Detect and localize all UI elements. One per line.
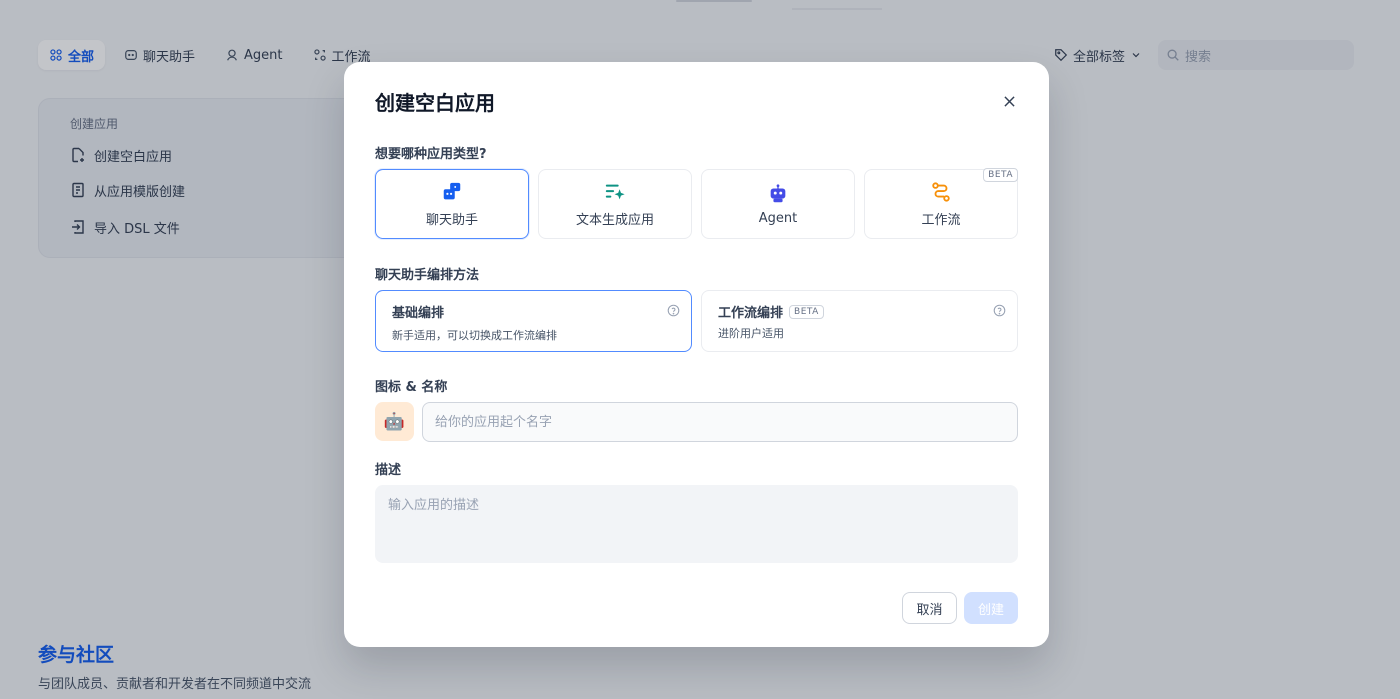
- app-description-input[interactable]: [375, 485, 1018, 563]
- robot-icon: [770, 183, 786, 202]
- orchestration-label: 聊天助手编排方法: [375, 268, 480, 283]
- app-type-workflow[interactable]: BETA 工作流: [864, 168, 1018, 239]
- mode-workflow[interactable]: 工作流编排 BETA 进阶用户适用: [701, 290, 1018, 352]
- app-type-text-generation-label: 文本生成应用: [575, 212, 654, 228]
- mode-basic-desc: 新手适用，可以切换成工作流编排: [392, 329, 557, 342]
- app-type-agent[interactable]: Agent: [701, 169, 855, 239]
- help-circle-icon[interactable]: [667, 304, 680, 317]
- icon-name-label: 图标 & 名称: [375, 380, 448, 395]
- create-app-modal: 创建空白应用 想要哪种应用类型? 聊天助手 文本生成应用 Agent BETA …: [344, 62, 1049, 647]
- create-button[interactable]: 创建: [964, 592, 1018, 624]
- mode-workflow-desc: 进阶用户适用: [718, 327, 784, 340]
- mode-basic[interactable]: 基础编排 新手适用，可以切换成工作流编排: [375, 290, 692, 352]
- app-type-text-generation[interactable]: 文本生成应用: [538, 169, 692, 239]
- modal-title: 创建空白应用: [375, 91, 495, 115]
- mode-workflow-title: 工作流编排: [718, 306, 784, 321]
- app-type-options: 聊天助手 文本生成应用 Agent BETA 工作流: [375, 168, 1018, 239]
- help-circle-icon[interactable]: [993, 304, 1006, 317]
- orchestration-modes: 基础编排 新手适用，可以切换成工作流编排 工作流编排 BETA 进阶用户适用: [375, 290, 1018, 352]
- app-icon-picker[interactable]: 🤖: [375, 402, 414, 441]
- chat-bot-icon: [443, 182, 461, 199]
- mode-basic-title: 基础编排: [392, 306, 445, 321]
- app-name-input[interactable]: [422, 402, 1018, 442]
- close-button[interactable]: [1000, 92, 1018, 110]
- app-type-workflow-label: 工作流: [921, 212, 961, 228]
- app-type-chat-label: 聊天助手: [425, 212, 478, 228]
- app-type-chat[interactable]: 聊天助手: [375, 169, 529, 239]
- close-icon: [1003, 95, 1015, 107]
- app-type-agent-label: Agent: [758, 210, 798, 226]
- workflow-route-icon: [932, 181, 950, 202]
- app-type-label: 想要哪种应用类型?: [375, 147, 487, 162]
- description-label: 描述: [375, 463, 402, 478]
- beta-badge: BETA: [983, 168, 1018, 182]
- beta-badge: BETA: [789, 304, 824, 319]
- text-generation-icon: [605, 184, 625, 199]
- cancel-button[interactable]: 取消: [902, 592, 957, 624]
